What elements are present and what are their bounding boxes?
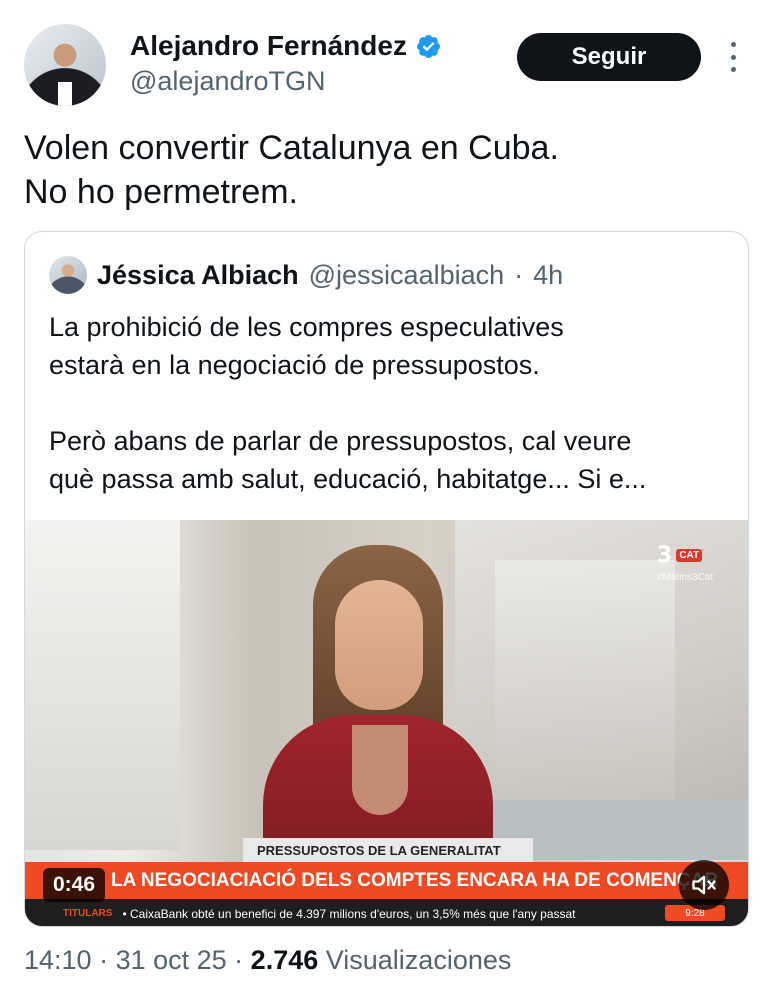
footer-separator: · [226, 945, 251, 975]
quoted-text-line: estarà en la negociació de pressupostos. [49, 350, 540, 380]
tweet-header: Alejandro Fernández @alejandroTGN Seguir [0, 0, 773, 110]
ticker-text: • CaixaBank obté un benefici de 4.397 mi… [122, 906, 576, 921]
channel-logo-badge: CAT [676, 549, 703, 562]
views-count: 2.746 [250, 945, 319, 975]
video-headline: LA NEGOCIACIACIÓ DELS COMPTES ENCARA HA … [25, 862, 748, 899]
tweet-text: Volen convertir Catalunya en Cuba. No ho… [24, 126, 744, 214]
video-caption: PRESSUPOSTOS DE LA GENERALITAT [243, 838, 533, 862]
tweet-text-line: Volen convertir Catalunya en Cuba. [24, 129, 559, 167]
channel-logo: 3 CAT [657, 543, 703, 568]
video-ticker: TITULARS • CaixaBank obté un benefici de… [25, 899, 748, 926]
quoted-tweet-header: Jéssica Albiach @jessicaalbiach · 4h [49, 256, 563, 294]
author-name-row: Alejandro Fernández [130, 30, 442, 62]
speaker-muted-icon[interactable] [679, 860, 729, 910]
channel-logo-number: 3 [657, 543, 673, 568]
quoted-author-name: Jéssica Albiach [97, 259, 299, 290]
tweet-text-line: No ho permetrem. [24, 173, 298, 211]
ticker-label: TITULARS [63, 908, 113, 919]
video-speaker [235, 545, 515, 885]
quoted-text-line: La prohibició de les compres especulativ… [49, 312, 564, 342]
quoted-tweet-time: 4h [533, 259, 564, 290]
quoted-tweet-card[interactable]: Jéssica Albiach @jessicaalbiach · 4h La … [24, 231, 749, 927]
more-options-icon[interactable] [726, 42, 740, 72]
video-player[interactable]: 3 CAT #Matins3Cat PRESSUPOSTOS DE LA GEN… [25, 520, 748, 926]
quoted-author-handle: @jessicaalbiach [308, 259, 505, 290]
follow-button[interactable]: Seguir [517, 33, 701, 81]
tweet-date[interactable]: 31 oct 25 [116, 945, 227, 975]
tweet-time[interactable]: 14:10 [24, 945, 92, 975]
verified-badge-icon [416, 34, 440, 58]
quoted-text-line: què passa amb salut, educació, habitatge… [49, 464, 647, 494]
studio-window [495, 560, 675, 800]
quoted-author-avatar [49, 256, 87, 294]
separator-dot: · [514, 259, 524, 290]
quoted-tweet-text: La prohibició de les compres especulativ… [49, 308, 739, 498]
footer-separator: · [91, 945, 116, 975]
author-handle[interactable]: @alejandroTGN [130, 66, 326, 97]
quoted-text-line: Però abans de parlar de pressupostos, ca… [49, 426, 632, 456]
tweet-footer: 14:10 · 31 oct 25 · 2.746 Visualizacione… [24, 945, 511, 976]
channel-hashtag: #Matins3Cat [657, 572, 714, 583]
author-name[interactable]: Alejandro Fernández [130, 30, 407, 62]
video-duration: 0:46 [43, 868, 106, 902]
views-label: Visualizaciones [318, 945, 512, 975]
studio-background [25, 520, 180, 850]
author-avatar[interactable] [24, 24, 106, 106]
